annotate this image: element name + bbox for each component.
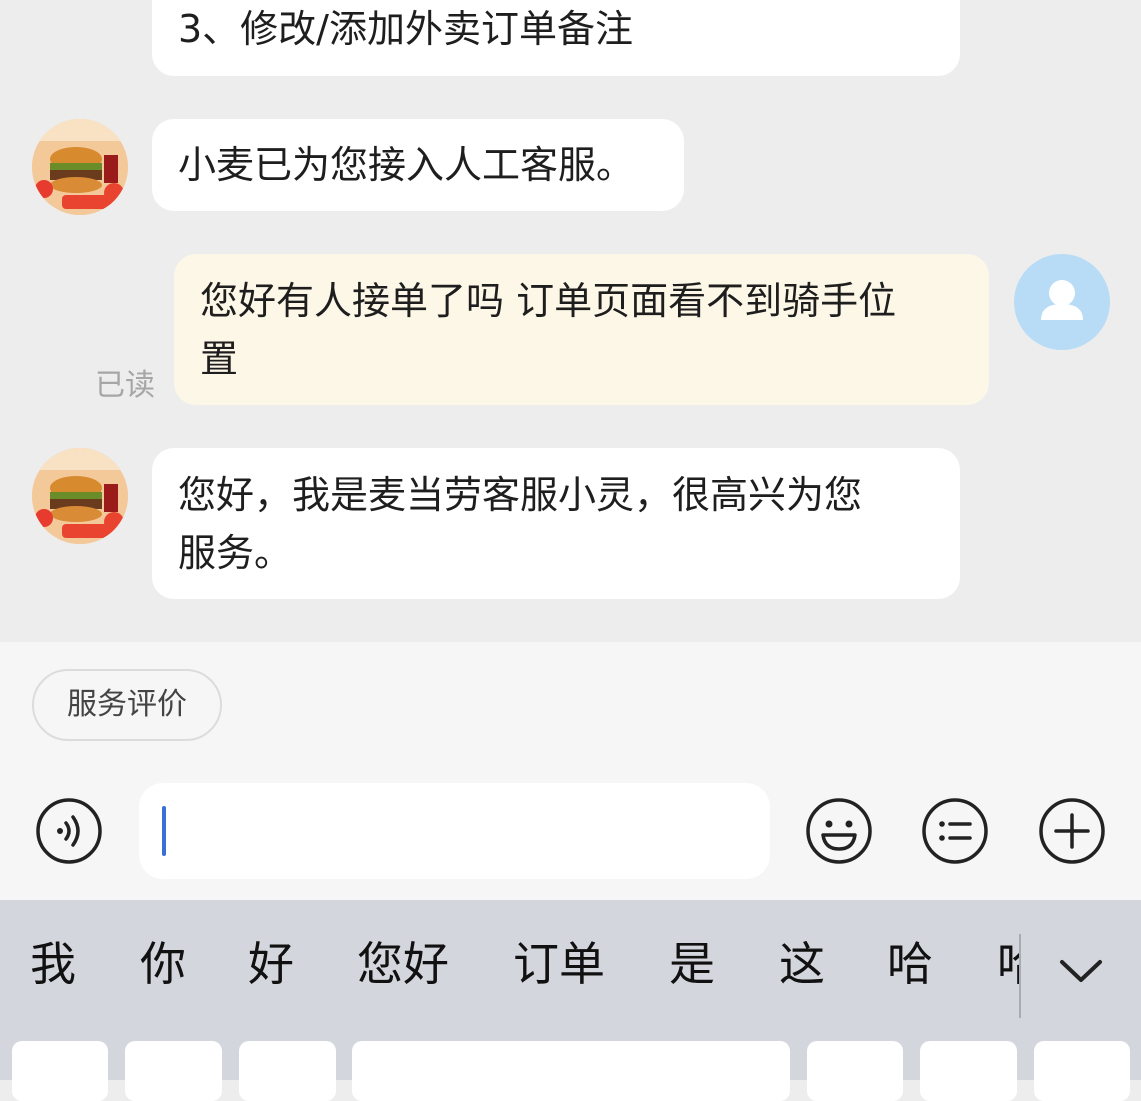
burger-avatar-icon bbox=[32, 448, 128, 544]
message-input[interactable] bbox=[139, 783, 770, 879]
bot-avatar[interactable] bbox=[32, 448, 128, 544]
message-text-line: 置 bbox=[200, 337, 239, 381]
message-text-line: 您好有人接单了吗 订单页面看不到骑手位 bbox=[200, 279, 897, 323]
candidate-word[interactable]: 这 bbox=[779, 936, 825, 992]
candidate-word[interactable]: 订单 bbox=[513, 936, 605, 992]
user-avatar[interactable] bbox=[1014, 254, 1110, 350]
keyboard-key[interactable] bbox=[12, 1041, 108, 1101]
keyboard-key[interactable] bbox=[125, 1041, 222, 1101]
candidate-word[interactable]: 好 bbox=[248, 936, 294, 992]
message-text-line: 小麦已为您接入人工客服。 bbox=[178, 143, 635, 187]
bot-avatar[interactable] bbox=[32, 119, 128, 215]
candidate-clip: 哈 bbox=[997, 936, 1021, 996]
emoji-button[interactable] bbox=[805, 797, 873, 865]
candidate-word[interactable]: 你 bbox=[140, 936, 186, 992]
bot-message-bubble: 小麦已为您接入人工客服。 bbox=[152, 119, 684, 211]
menu-list-icon bbox=[922, 798, 988, 864]
voice-icon bbox=[36, 798, 102, 864]
bot-message-bubble: 您好，我是麦当劳客服小灵，很高兴为您 服务。 bbox=[152, 448, 960, 599]
keyboard: 我 你 好 您好 订单 是 这 哈 哈 bbox=[0, 900, 1141, 1101]
chevron-down-icon bbox=[1060, 960, 1102, 982]
candidate-word[interactable]: 您好 bbox=[357, 936, 449, 992]
read-status: 已读 bbox=[95, 368, 155, 403]
plus-icon bbox=[1039, 798, 1105, 864]
message-text-line: 您好，我是麦当劳客服小灵，很高兴为您 bbox=[178, 473, 863, 517]
chat-area[interactable]: 3、修改/添加外卖订单备注 小麦已为您接入人工客服。 已读 您好有人接单了吗 订… bbox=[0, 0, 1141, 642]
plus-button[interactable] bbox=[1038, 797, 1106, 865]
candidate-word[interactable]: 是 bbox=[669, 936, 715, 992]
user-icon bbox=[1041, 280, 1083, 320]
message-text-line: 3、修改/添加外卖订单备注 bbox=[178, 7, 633, 51]
user-message-bubble: 您好有人接单了吗 订单页面看不到骑手位 置 bbox=[174, 254, 989, 405]
collapse-candidates-button[interactable] bbox=[1056, 950, 1106, 990]
burger-avatar-icon bbox=[32, 119, 128, 215]
keyboard-key[interactable] bbox=[239, 1041, 336, 1101]
keyboard-key[interactable] bbox=[1034, 1041, 1130, 1101]
keyboard-key[interactable] bbox=[807, 1041, 903, 1101]
service-rating-chip[interactable]: 服务评价 bbox=[32, 669, 222, 741]
voice-button[interactable] bbox=[35, 797, 103, 865]
menu-button[interactable] bbox=[921, 797, 989, 865]
text-caret bbox=[162, 806, 166, 856]
keyboard-key[interactable] bbox=[352, 1041, 790, 1101]
candidate-word[interactable]: 哈 bbox=[997, 936, 1021, 992]
emoji-icon bbox=[806, 798, 872, 864]
input-panel: 服务评价 bbox=[0, 642, 1141, 900]
bot-message-bubble: 3、修改/添加外卖订单备注 bbox=[152, 0, 960, 76]
keyboard-key[interactable] bbox=[920, 1041, 1017, 1101]
candidate-word[interactable]: 我 bbox=[30, 936, 76, 992]
candidate-word[interactable]: 哈 bbox=[887, 936, 933, 992]
message-text-line: 服务。 bbox=[178, 531, 293, 575]
candidate-divider bbox=[1019, 934, 1021, 1018]
